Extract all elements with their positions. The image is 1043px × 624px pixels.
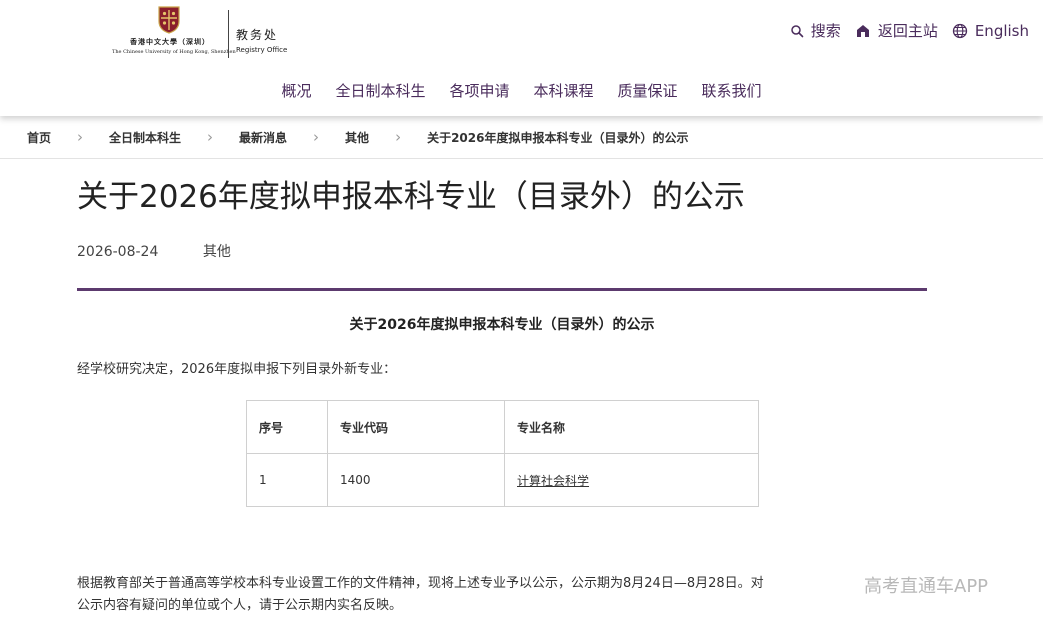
header-cell-code: 专业代码 <box>327 400 505 454</box>
nav-item-courses[interactable]: 本科课程 <box>534 80 594 101</box>
search-link[interactable]: 搜索 <box>790 20 841 41</box>
nav-item-overview[interactable]: 概况 <box>281 80 311 101</box>
notice-line-1: 根据教育部关于普通高等学校本科专业设置工作的文件精神，现将上述专业予以公示，公示… <box>77 576 764 591</box>
home-icon <box>856 24 869 37</box>
cell-name: 计算社会科学 <box>504 453 759 507</box>
title-divider <box>77 288 927 291</box>
site-header: 香港中文大學（深圳） The Chinese University of Hon… <box>0 0 1043 116</box>
watermark: 高考直通车APP <box>864 576 989 597</box>
logo-english-name: The Chinese University of Hong Kong, She… <box>112 49 236 55</box>
article-subheading: 关于2026年度拟申报本科专业（目录外）的公示 <box>349 317 655 333</box>
major-name-link[interactable]: 计算社会科学 <box>517 474 589 488</box>
top-links: 搜索 返回主站 English <box>776 20 1029 41</box>
table-header-row: 序号 专业代码 专业名称 <box>246 400 759 454</box>
notice-paragraph: 根据教育部关于普通高等学校本科专业设置工作的文件精神，现将上述专业予以公示，公示… <box>77 573 764 617</box>
majors-table: 序号 专业代码 专业名称 1 1400 计算社会科学 <box>246 400 759 507</box>
breadcrumb-other[interactable]: 其他 <box>345 129 369 146</box>
logo-divider <box>228 10 229 58</box>
main-nav: 概况 全日制本科生 各项申请 本科课程 质量保证 联系我们 <box>0 80 1043 101</box>
university-logo[interactable]: 香港中文大學（深圳） The Chinese University of Hon… <box>112 6 292 62</box>
search-label: 搜索 <box>810 22 841 40</box>
intro-paragraph: 经学校研究决定，2026年度拟申报下列目录外新专业： <box>77 362 397 377</box>
language-label: English <box>974 21 1029 40</box>
nav-item-applications[interactable]: 各项申请 <box>449 80 509 101</box>
home-link[interactable]: 返回主站 <box>855 20 938 41</box>
office-name-cn: 教务处 <box>236 28 279 42</box>
breadcrumb-home[interactable]: 首页 <box>27 129 51 146</box>
nav-item-quality[interactable]: 质量保证 <box>618 80 678 101</box>
breadcrumb: 首页 › 全日制本科生 › 最新消息 › 其他 › 关于2026年度拟申报本科专… <box>0 116 1043 159</box>
article-category[interactable]: 其他 <box>203 244 231 260</box>
nav-item-contact[interactable]: 联系我们 <box>702 80 762 101</box>
header-cell-number: 序号 <box>246 400 328 454</box>
nav-item-undergraduate[interactable]: 全日制本科生 <box>335 80 425 101</box>
globe-icon <box>952 23 967 38</box>
crest-icon <box>158 6 180 34</box>
chevron-right-icon: › <box>313 128 320 146</box>
cell-number: 1 <box>246 453 328 507</box>
notice-line-2: 公示内容有疑问的单位或个人，请于公示期内实名反映。 <box>77 598 403 613</box>
chevron-right-icon: › <box>77 128 84 146</box>
chevron-right-icon: › <box>207 128 214 146</box>
chevron-right-icon: › <box>395 128 402 146</box>
breadcrumb-news[interactable]: 最新消息 <box>239 129 287 146</box>
breadcrumb-current: 关于2026年度拟申报本科专业（目录外）的公示 <box>427 130 689 145</box>
office-name-en: Registry Office <box>236 46 288 54</box>
article-meta: 2026-08-24 其他 <box>77 241 231 261</box>
language-link[interactable]: English <box>952 22 1029 40</box>
article-date: 2026-08-24 <box>77 244 159 260</box>
breadcrumb-undergraduate[interactable]: 全日制本科生 <box>109 129 181 146</box>
header-cell-name: 专业名称 <box>504 400 759 454</box>
search-icon <box>791 24 804 37</box>
cell-code: 1400 <box>327 453 505 507</box>
page-title: 关于2026年度拟申报本科专业（目录外）的公示 <box>77 179 745 215</box>
logo-chinese-name: 香港中文大學（深圳） <box>130 37 210 46</box>
table-row: 1 1400 计算社会科学 <box>246 453 759 507</box>
home-label: 返回主站 <box>877 22 938 40</box>
